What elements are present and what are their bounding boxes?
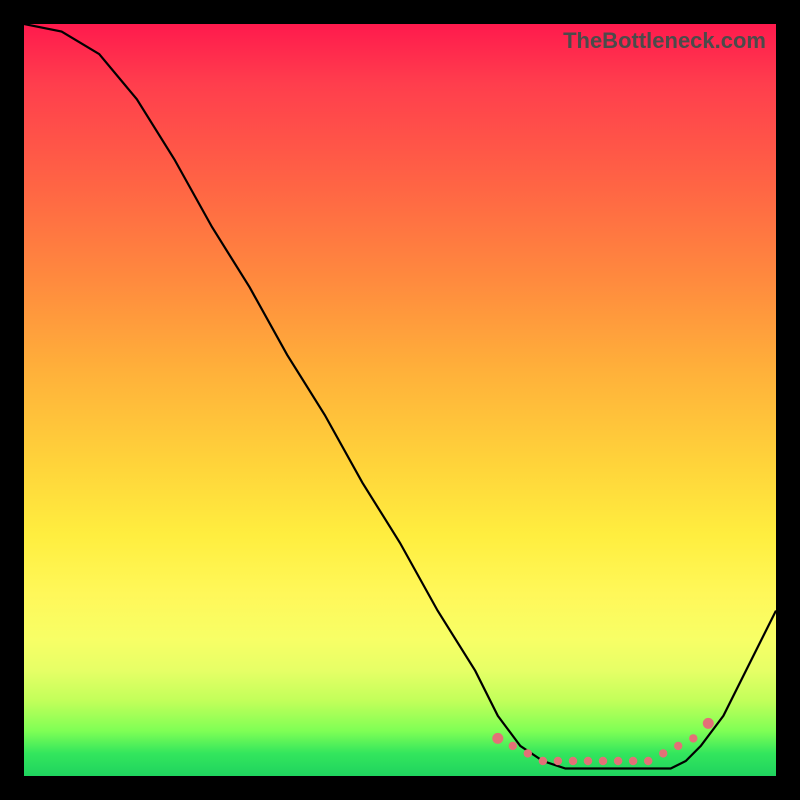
curve-path (24, 24, 776, 769)
optimal-dot (674, 742, 682, 750)
chart-plot-area: TheBottleneck.com (24, 24, 776, 776)
bottleneck-curve (24, 24, 776, 776)
optimal-dot (644, 757, 652, 765)
optimal-dot (599, 757, 607, 765)
optimal-dot (659, 749, 667, 757)
watermark-text: TheBottleneck.com (563, 28, 766, 54)
optimal-dot (584, 757, 592, 765)
chart-frame: TheBottleneck.com (0, 0, 800, 800)
optimal-dot (539, 757, 547, 765)
optimal-dot (569, 757, 577, 765)
optimal-dot (689, 734, 697, 742)
optimal-dot (509, 742, 517, 750)
optimal-range-dots (492, 718, 714, 765)
optimal-dot (524, 749, 532, 757)
optimal-dot (554, 757, 562, 765)
optimal-dot (614, 757, 622, 765)
optimal-dot (629, 757, 637, 765)
optimal-dot (492, 733, 503, 744)
optimal-dot (703, 718, 714, 729)
